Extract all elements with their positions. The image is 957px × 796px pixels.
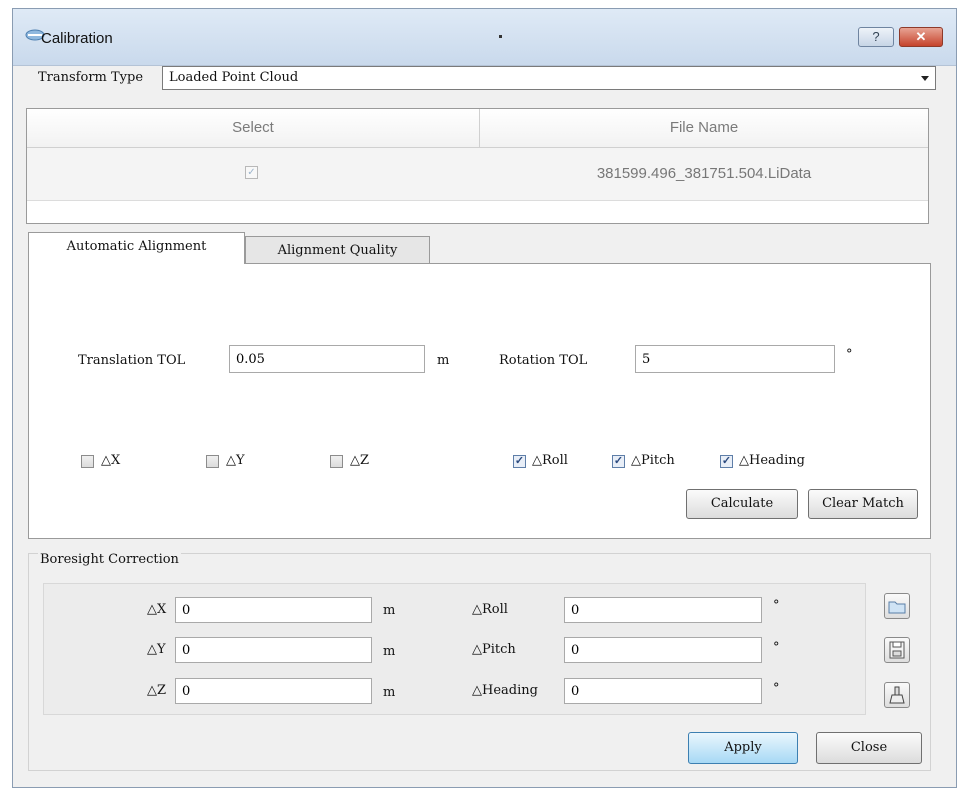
- delta-x-unit: m: [383, 603, 396, 618]
- delta-x-checkbox[interactable]: [81, 455, 94, 468]
- tab-automatic-alignment[interactable]: Automatic Alignment: [28, 232, 245, 264]
- help-button[interactable]: ?: [858, 27, 894, 47]
- delta-heading-unit: °: [773, 681, 780, 696]
- chevron-down-icon[interactable]: [921, 76, 929, 81]
- delta-y-label: △Y: [147, 642, 166, 657]
- tab-label: Alignment Quality: [277, 243, 398, 258]
- translation-tol-input[interactable]: [230, 346, 424, 372]
- delta-x-field[interactable]: [175, 597, 372, 623]
- save-icon: [889, 641, 905, 659]
- transform-type-label: Transform Type: [38, 70, 144, 85]
- delta-roll-label: △Roll: [472, 602, 508, 617]
- apply-button[interactable]: Apply: [688, 732, 798, 764]
- delta-y-unit: m: [383, 644, 396, 659]
- file-table: Select File Name ✓ 381599.496_381751.504…: [26, 108, 929, 224]
- delta-z-check-label: △Z: [350, 453, 370, 468]
- delta-y-field[interactable]: [175, 637, 372, 663]
- delta-heading-checkbox[interactable]: ✓: [720, 455, 733, 468]
- delta-roll-input[interactable]: [565, 598, 761, 622]
- open-folder-icon: [888, 601, 906, 614]
- delta-x-check-label: △X: [101, 453, 121, 468]
- row-select-checkbox[interactable]: ✓: [245, 166, 258, 179]
- delta-heading-check-label: △Heading: [739, 453, 805, 468]
- delta-pitch-unit: °: [773, 640, 780, 655]
- delta-roll-check-label: △Roll: [532, 453, 568, 468]
- tab-label: Automatic Alignment: [66, 239, 207, 254]
- delta-z-checkbox[interactable]: [330, 455, 343, 468]
- delta-x-label: △X: [147, 602, 167, 617]
- delta-roll-unit: °: [773, 598, 780, 613]
- rotation-tol-label: Rotation TOL: [499, 353, 588, 368]
- title-dot: [499, 35, 502, 38]
- translation-unit: m: [437, 353, 450, 368]
- translation-tol-label: Translation TOL: [78, 353, 186, 368]
- tab-alignment-quality[interactable]: Alignment Quality: [245, 236, 430, 264]
- delta-y-input[interactable]: [176, 638, 371, 662]
- rotation-tol-field[interactable]: [635, 345, 835, 373]
- delta-z-unit: m: [383, 685, 396, 700]
- delta-z-input[interactable]: [176, 679, 371, 703]
- delta-pitch-check-label: △Pitch: [631, 453, 675, 468]
- delta-heading-label: △Heading: [472, 683, 538, 698]
- transform-type-value: Loaded Point Cloud: [169, 70, 299, 85]
- delta-pitch-input[interactable]: [565, 638, 761, 662]
- delta-y-checkbox[interactable]: [206, 455, 219, 468]
- delta-y-check-label: △Y: [226, 453, 245, 468]
- delta-roll-checkbox[interactable]: ✓: [513, 455, 526, 468]
- column-header-select[interactable]: Select: [27, 109, 480, 148]
- rotation-unit: °: [846, 347, 853, 362]
- clear-icon: [889, 686, 905, 704]
- delta-heading-input[interactable]: [565, 679, 761, 703]
- delta-z-field[interactable]: [175, 678, 372, 704]
- close-button[interactable]: Close: [816, 732, 922, 764]
- clear-match-button[interactable]: Clear Match: [808, 489, 918, 519]
- boresight-legend: Boresight Correction: [38, 552, 181, 567]
- rotation-tol-input[interactable]: [636, 346, 834, 372]
- open-folder-button[interactable]: [884, 593, 910, 619]
- column-header-file-name[interactable]: File Name: [480, 109, 928, 148]
- close-window-button[interactable]: ✕: [899, 27, 943, 47]
- table-row[interactable]: ✓ 381599.496_381751.504.LiData: [27, 148, 928, 201]
- window-title: Calibration: [41, 30, 113, 47]
- delta-x-input[interactable]: [176, 598, 371, 622]
- row-file-name: 381599.496_381751.504.LiData: [596, 165, 812, 182]
- transform-type-select[interactable]: Loaded Point Cloud: [162, 66, 936, 90]
- delta-z-label: △Z: [147, 683, 167, 698]
- delta-pitch-field[interactable]: [564, 637, 762, 663]
- title-bar: Calibration ? ✕: [13, 9, 956, 66]
- clear-boresight-button[interactable]: [884, 682, 910, 708]
- calculate-button[interactable]: Calculate: [686, 489, 798, 519]
- delta-pitch-label: △Pitch: [472, 642, 516, 657]
- save-button[interactable]: [884, 637, 910, 663]
- delta-pitch-checkbox[interactable]: ✓: [612, 455, 625, 468]
- translation-tol-field[interactable]: [229, 345, 425, 373]
- delta-roll-field[interactable]: [564, 597, 762, 623]
- delta-heading-field[interactable]: [564, 678, 762, 704]
